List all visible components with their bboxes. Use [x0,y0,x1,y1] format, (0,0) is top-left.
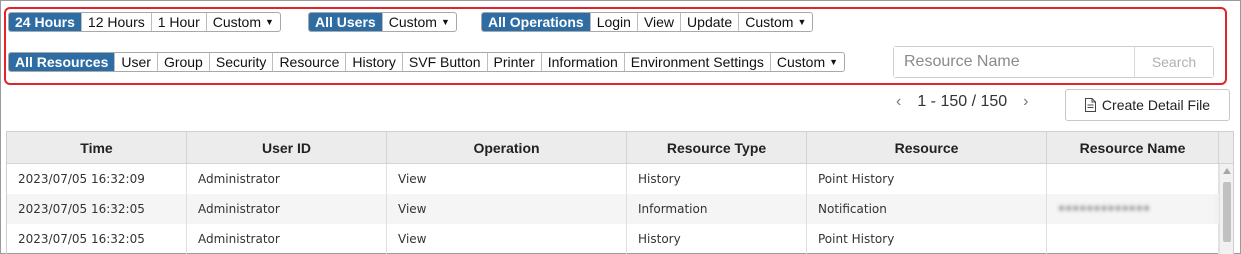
time-custom-label: Custom [212,14,261,30]
table-row[interactable]: 2023/07/05 16:32:05 Administrator View Hist… [7,224,1219,254]
resources-custom-label: Custom [776,54,826,70]
resources-option-svf-button[interactable]: SVF Button [401,53,487,71]
create-detail-file-button[interactable]: Create Detail File [1065,89,1230,121]
cell-time: 2023/07/05 16:32:05 [7,194,187,224]
time-option-12-hours[interactable]: 12 Hours [80,13,151,31]
document-icon [1084,98,1096,112]
resources-option-printer[interactable]: Printer [486,53,541,71]
scroll-thumb[interactable] [1223,182,1231,242]
time-option-24-hours[interactable]: 24 Hours [9,13,81,31]
resources-option-environment-settings[interactable]: Environment Settings [623,53,770,71]
chevron-down-icon: ▼ [829,57,839,67]
operations-custom-label: Custom [745,14,794,30]
next-page-icon[interactable]: › [1023,93,1028,111]
cell-resource: Point History [807,224,1047,254]
cell-operation: View [387,194,627,224]
cell-resource-type: History [627,164,807,194]
prev-page-icon[interactable]: ‹ [896,93,901,111]
table-row[interactable]: 2023/07/05 16:32:05 Administrator View Info… [7,194,1219,224]
table-body: 2023/07/05 16:32:09 Administrator View Hist… [7,164,1219,254]
resources-option-group[interactable]: Group [156,53,209,71]
operations-option-update[interactable]: Update [680,13,738,31]
resource-name-input[interactable] [894,47,1134,77]
table-scrollbar[interactable] [1219,164,1233,254]
pagination: ‹ 1 - 150 / 150 › [896,92,1029,112]
cell-operation: View [387,164,627,194]
column-header-resource-name[interactable]: Resource Name [1047,132,1219,163]
header-scroll-spacer [1219,132,1233,163]
cell-resource-name [1047,164,1219,194]
resources-option-history[interactable]: History [345,53,402,71]
create-detail-file-label: Create Detail File [1101,97,1211,113]
table-row[interactable]: 2023/07/05 16:32:09 Administrator View Hist… [7,164,1219,194]
cell-resource-name: ••••••••••••• [1047,194,1219,224]
cell-user-id: Administrator [187,164,387,194]
time-custom-dropdown[interactable]: Custom ▼ [205,13,280,31]
search-button[interactable]: Search [1134,47,1213,77]
resources-option-information[interactable]: Information [540,53,624,71]
resource-search: Search [893,46,1214,78]
chevron-down-icon: ▼ [797,17,807,27]
operations-option-all-operations[interactable]: All Operations [482,13,590,31]
column-header-user-id[interactable]: User ID [187,132,387,163]
cell-operation: View [387,224,627,254]
column-header-operation[interactable]: Operation [387,132,627,163]
cell-resource: Point History [807,164,1047,194]
cell-user-id: Administrator [187,194,387,224]
user-filter: All Users Custom ▼ [308,12,457,32]
resource-filter: All Resources User Group Security Resource Hi… [8,52,846,72]
cell-time: 2023/07/05 16:32:05 [7,224,187,254]
time-option-1-hour[interactable]: 1 Hour [150,13,206,31]
users-option-all-users[interactable]: All Users [309,13,382,31]
history-table: Time User ID Operation Resource Type Resourc… [6,131,1234,254]
chevron-down-icon: ▼ [265,17,274,27]
page-range-label: 1 - 150 / 150 [917,93,1008,110]
resources-custom-dropdown[interactable]: Custom ▼ [769,53,844,71]
operations-option-login[interactable]: Login [589,13,637,31]
resources-option-user[interactable]: User [114,53,157,71]
cell-user-id: Administrator [187,224,387,254]
cell-time: 2023/07/05 16:32:09 [7,164,187,194]
operations-option-view[interactable]: View [636,13,680,31]
resources-option-resource[interactable]: Resource [272,53,345,71]
users-custom-dropdown[interactable]: Custom ▼ [381,13,456,31]
cell-resource-name [1047,224,1219,254]
column-header-resource-type[interactable]: Resource Type [627,132,807,163]
chevron-down-icon: ▼ [440,17,450,27]
resources-option-all-resources[interactable]: All Resources [9,53,115,71]
cell-resource-type: Information [627,194,807,224]
time-range-filter: 24 Hours 12 Hours 1 Hour Custom ▼ [8,12,281,32]
cell-resource-type: History [627,224,807,254]
cell-resource: Notification [807,194,1047,224]
table-header: Time User ID Operation Resource Type Resourc… [7,132,1233,164]
column-header-time[interactable]: Time [7,132,187,163]
column-header-resource[interactable]: Resource [807,132,1047,163]
operations-custom-dropdown[interactable]: Custom ▼ [738,13,812,31]
resources-option-security[interactable]: Security [208,53,273,71]
scroll-up-icon[interactable] [1223,168,1231,174]
users-custom-label: Custom [388,14,437,30]
operation-filter: All Operations Login View Update Custom ▼ [481,12,814,32]
